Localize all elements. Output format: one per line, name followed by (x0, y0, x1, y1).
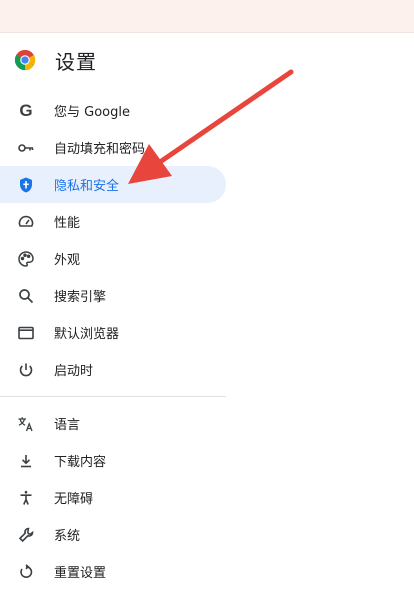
download-icon (17, 452, 35, 470)
sidebar-item-label: 语言 (54, 418, 81, 433)
shield-icon (17, 176, 35, 194)
sidebar-item-label: 搜索引擎 (54, 290, 107, 305)
reset-icon (17, 563, 35, 581)
palette-icon (17, 250, 35, 268)
sidebar-item-label: 启动时 (54, 364, 94, 379)
sidebar-item-reset-settings[interactable]: 重置设置 (0, 553, 226, 590)
sidebar-item-label: 下载内容 (54, 455, 107, 470)
sidebar-item-label: 您与 Google (54, 105, 130, 120)
page-title: 设置 (55, 49, 97, 74)
sidebar-item-label: 系统 (54, 529, 81, 544)
sidebar-item-label: 隐私和安全 (54, 179, 120, 194)
sidebar-item-appearance[interactable]: 外观 (0, 240, 226, 277)
sidebar-item-privacy-security[interactable]: 隐私和安全 (0, 166, 226, 203)
chrome-logo-icon (14, 49, 36, 71)
settings-sidebar: G 您与 Google 自动填充和密码 隐私和安全 性能 外观 搜索引擎 默认浏… (0, 92, 226, 590)
sidebar-item-on-startup[interactable]: 启动时 (0, 351, 226, 388)
wrench-icon (17, 526, 35, 544)
sidebar-item-you-and-google[interactable]: G 您与 Google (0, 92, 226, 129)
sidebar-item-default-browser[interactable]: 默认浏览器 (0, 314, 226, 351)
sidebar-divider (0, 396, 226, 397)
sidebar-item-accessibility[interactable]: 无障碍 (0, 479, 226, 516)
sidebar-item-label: 默认浏览器 (54, 327, 120, 342)
sidebar-item-system[interactable]: 系统 (0, 516, 226, 553)
sidebar-item-label: 无障碍 (54, 492, 94, 507)
top-banner-strip (0, 0, 414, 33)
settings-header: 设置 (14, 47, 97, 74)
accessibility-icon (17, 489, 35, 507)
google-g-icon: G (19, 101, 33, 120)
sidebar-item-performance[interactable]: 性能 (0, 203, 226, 240)
sidebar-item-search-engine[interactable]: 搜索引擎 (0, 277, 226, 314)
speedometer-icon (17, 213, 35, 231)
sidebar-item-label: 性能 (54, 216, 81, 231)
key-icon (17, 139, 35, 157)
sidebar-item-autofill[interactable]: 自动填充和密码 (0, 129, 226, 166)
sidebar-item-label: 自动填充和密码 (54, 142, 146, 157)
search-icon (17, 287, 35, 305)
sidebar-item-downloads[interactable]: 下载内容 (0, 442, 226, 479)
sidebar-item-label: 外观 (54, 253, 81, 268)
translate-icon (17, 415, 35, 433)
power-icon (17, 361, 35, 379)
sidebar-item-label: 重置设置 (54, 566, 107, 581)
browser-window-icon (17, 324, 35, 342)
sidebar-item-languages[interactable]: 语言 (0, 405, 226, 442)
